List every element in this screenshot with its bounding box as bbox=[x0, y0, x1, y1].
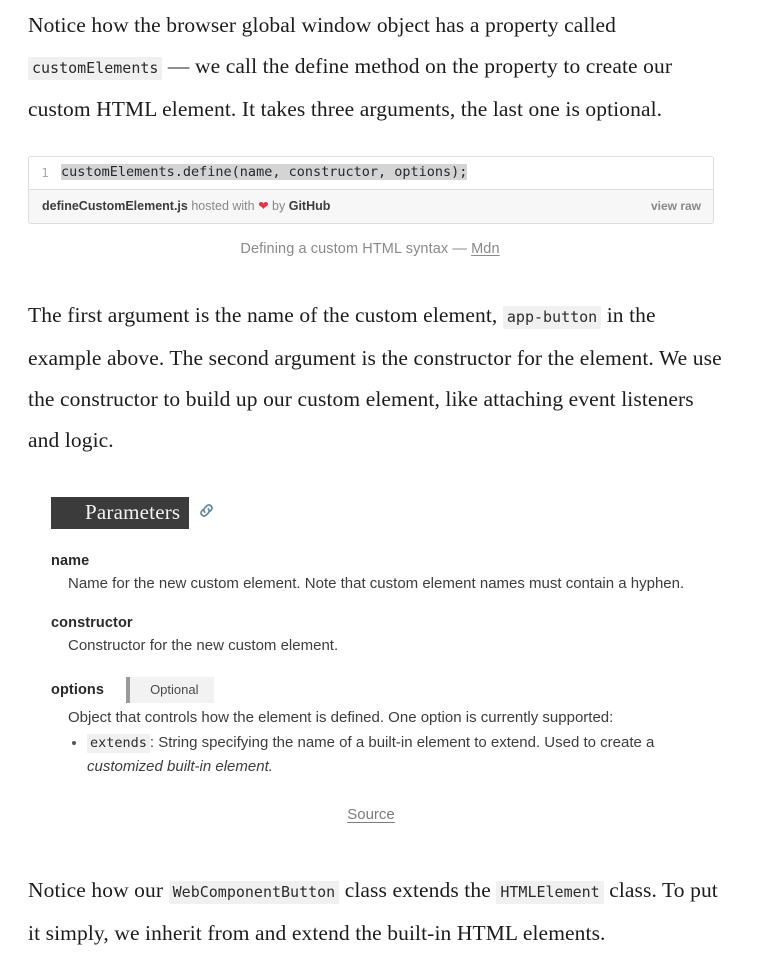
mdn-options-list: extends: String specifying the name of a… bbox=[51, 731, 691, 778]
paragraph-1: Notice how the browser global window obj… bbox=[28, 0, 728, 130]
mdn-param-options-description: Object that controls how the element is … bbox=[68, 709, 614, 726]
mdn-param-options: options Optional Object that controls ho… bbox=[51, 677, 691, 778]
gist-github-link[interactable]: GitHub bbox=[289, 199, 331, 213]
inline-code-customelements: customElements bbox=[28, 57, 163, 80]
gist-hosted-with-label: hosted with bbox=[191, 199, 255, 213]
source-link-wrap: Source bbox=[51, 806, 691, 824]
gist-meta: defineCustomElement.js hosted with ❤ by … bbox=[42, 198, 330, 214]
mdn-options-list-item: extends: String specifying the name of a… bbox=[87, 731, 691, 778]
mdn-param-name-description: Name for the new custom element. Note th… bbox=[68, 575, 685, 592]
gist-code-line[interactable]: customElements.define(name, constructor,… bbox=[61, 162, 468, 183]
mdn-param-constructor: constructor Constructor for the new cust… bbox=[51, 615, 691, 657]
gist-view-raw-link[interactable]: view raw bbox=[651, 198, 701, 214]
mdn-parameters-heading: Parameters bbox=[51, 497, 190, 529]
mdn-param-options-term: options bbox=[51, 682, 105, 698]
optional-badge: Optional bbox=[126, 677, 215, 703]
gist-by-label: by bbox=[272, 199, 286, 213]
inline-code-extends: extends bbox=[87, 734, 150, 753]
paragraph-1-text-part-1: Notice how the browser global window obj… bbox=[28, 13, 617, 37]
paragraph-2: The first argument is the name of the cu… bbox=[28, 287, 728, 461]
figure-caption-text: Defining a custom HTML syntax — bbox=[240, 241, 467, 257]
gist-footer: defineCustomElement.js hosted with ❤ by … bbox=[29, 189, 713, 223]
gist-code-row: 1 customElements.define(name, constructo… bbox=[29, 157, 713, 189]
gist-code-text: customElements.define(name, constructor,… bbox=[61, 164, 468, 180]
mdn-param-name-term: name bbox=[51, 553, 90, 569]
mdn-param-options-term-row: options Optional bbox=[51, 677, 691, 703]
paragraph-3-text-part-1: Notice how our bbox=[28, 878, 164, 902]
source-link[interactable]: Source bbox=[347, 806, 395, 823]
mdn-param-constructor-description: Constructor for the new custom element. bbox=[68, 637, 339, 654]
mdn-param-name: name Name for the new custom element. No… bbox=[51, 553, 691, 595]
inline-code-webcomponentbutton: WebComponentButton bbox=[168, 881, 340, 904]
gist-filename-link[interactable]: defineCustomElement.js bbox=[42, 199, 188, 213]
paragraph-3-text-part-2: class extends the bbox=[344, 878, 491, 902]
article-content: Notice how the browser global window obj… bbox=[0, 0, 779, 945]
gist-embed: 1 customElements.define(name, constructo… bbox=[28, 156, 714, 224]
mdn-heading-row: Parameters bbox=[51, 497, 691, 529]
paragraph-2-text-part-1: The first argument is the name of the cu… bbox=[28, 303, 498, 327]
paragraph-3-wrap: Notice how our WebComponentButton class … bbox=[28, 864, 751, 954]
inline-code-app-button: app-button bbox=[502, 306, 602, 329]
figure-caption: Defining a custom HTML syntax — Mdn bbox=[28, 241, 712, 257]
heart-icon: ❤ bbox=[258, 199, 269, 213]
inline-code-htmlelement: HTMLElement bbox=[496, 881, 604, 904]
mdn-options-list-item-italic: customized built-in element. bbox=[87, 758, 273, 775]
mdn-parameters-block: Parameters name Name for the new custom … bbox=[51, 497, 691, 824]
mdn-param-constructor-term: constructor bbox=[51, 615, 133, 631]
figure-caption-link-mdn[interactable]: Mdn bbox=[471, 241, 500, 257]
paragraph-3: Notice how our WebComponentButton class … bbox=[28, 864, 728, 954]
gist-line-number: 1 bbox=[41, 165, 49, 180]
link-icon[interactable] bbox=[198, 502, 215, 524]
mdn-options-list-item-text: : String specifying the name of a built-… bbox=[149, 734, 655, 751]
